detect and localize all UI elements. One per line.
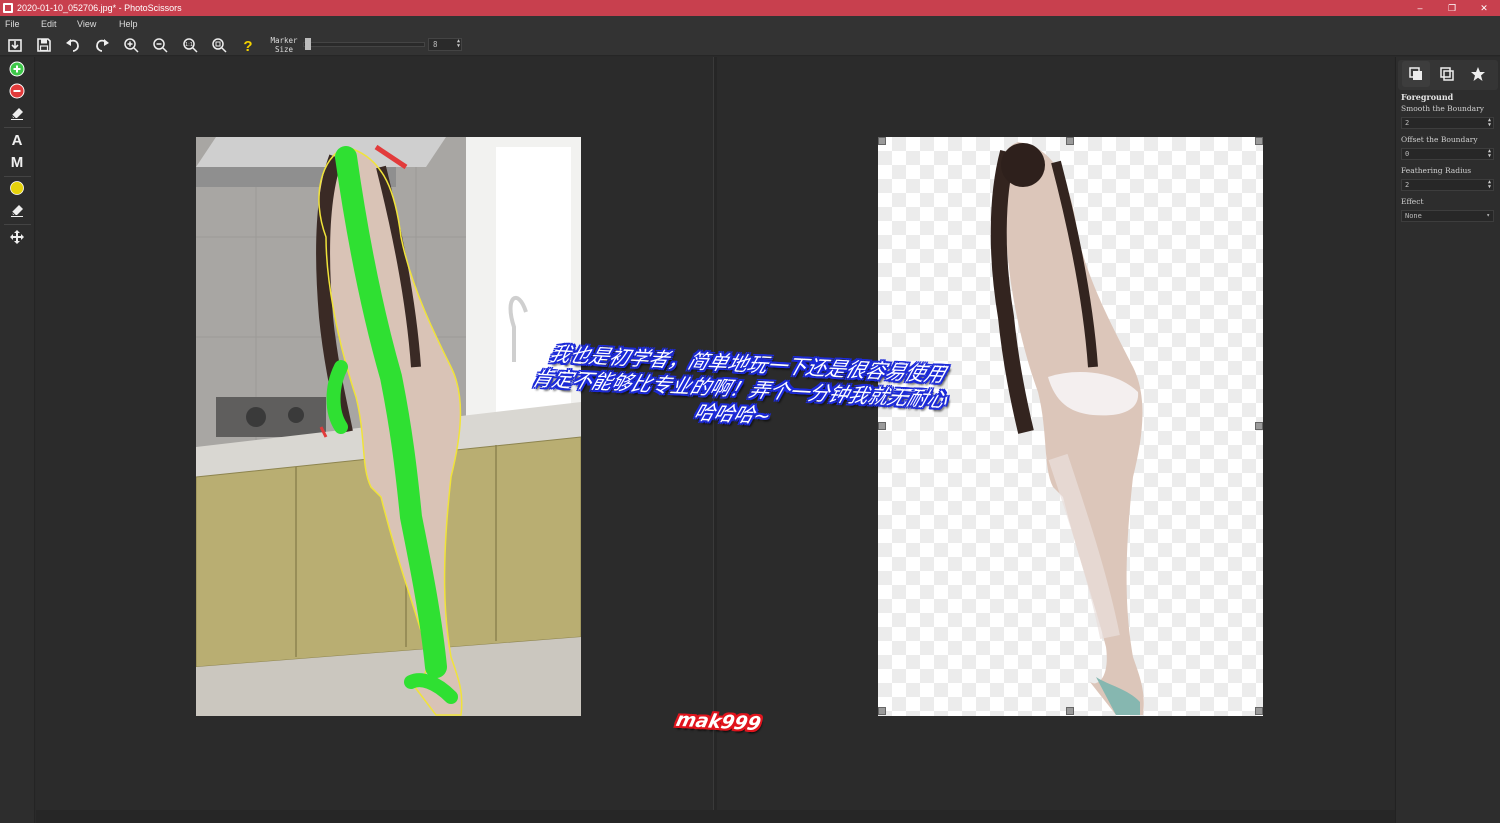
redo-button[interactable] bbox=[93, 36, 111, 54]
maximize-button[interactable]: ❐ bbox=[1436, 0, 1468, 16]
eraser-button[interactable] bbox=[7, 103, 27, 123]
undo-icon bbox=[66, 39, 79, 52]
svg-text:1:1: 1:1 bbox=[185, 42, 193, 48]
zoom-fit-icon bbox=[212, 38, 227, 53]
eraser-icon bbox=[11, 108, 23, 120]
feathering-radius-stepper[interactable]: ▲ ▼ bbox=[1488, 180, 1491, 190]
tab-foreground[interactable] bbox=[1402, 61, 1430, 87]
menu-view[interactable]: View bbox=[72, 19, 114, 29]
background-marker-icon bbox=[9, 83, 25, 99]
open-button[interactable] bbox=[6, 36, 24, 54]
text-tool-button[interactable]: A bbox=[7, 130, 27, 150]
eraser-2-icon bbox=[11, 205, 23, 217]
tab-background[interactable] bbox=[1433, 61, 1461, 87]
color-picker-icon bbox=[10, 181, 24, 195]
marker-size-slider[interactable] bbox=[303, 42, 425, 47]
menu-help[interactable]: Help bbox=[114, 19, 154, 29]
selection-handle[interactable] bbox=[1255, 137, 1263, 145]
save-icon bbox=[37, 38, 51, 52]
marker-size-stepper[interactable]: ▲ ▼ bbox=[457, 39, 460, 49]
open-icon bbox=[8, 39, 22, 52]
selection-handle[interactable] bbox=[878, 707, 886, 715]
effect-select[interactable]: None ▾ bbox=[1401, 210, 1494, 222]
close-button[interactable]: ✕ bbox=[1468, 0, 1500, 16]
selection-handle[interactable] bbox=[878, 137, 886, 145]
background-marker-button[interactable] bbox=[7, 81, 27, 101]
foreground-marker-icon bbox=[9, 61, 25, 77]
source-image[interactable] bbox=[196, 137, 581, 716]
source-image-drawing bbox=[196, 137, 581, 716]
redo-icon bbox=[96, 39, 109, 52]
window-title: 2020-01-10_052706.jpg* - PhotoScissors bbox=[17, 3, 182, 13]
zoom-out-button[interactable] bbox=[151, 36, 169, 54]
selection-handle[interactable] bbox=[1255, 422, 1263, 430]
undo-button[interactable] bbox=[64, 36, 82, 54]
zoom-actual-button[interactable]: 1:1 bbox=[181, 36, 199, 54]
photoscissors-window: 2020-01-10_052706.jpg* - PhotoScissors –… bbox=[0, 0, 1500, 823]
watermark: mak999 bbox=[673, 708, 763, 736]
save-button[interactable] bbox=[35, 36, 53, 54]
marker-size-input[interactable]: 8 ▲ ▼ bbox=[428, 38, 462, 51]
move-icon bbox=[10, 230, 24, 244]
effect-label: Effect bbox=[1401, 197, 1424, 206]
foreground-marker-button[interactable] bbox=[7, 59, 27, 79]
zoom-out-icon bbox=[153, 38, 168, 53]
chevron-down-icon: ▾ bbox=[1486, 212, 1490, 219]
offset-boundary-label: Offset the Boundary bbox=[1401, 135, 1478, 144]
tool-separator bbox=[4, 224, 31, 225]
tool-separator bbox=[4, 127, 31, 128]
eraser-2-button[interactable] bbox=[7, 200, 27, 220]
help-icon: ? bbox=[243, 38, 252, 53]
zoom-fit-button[interactable] bbox=[210, 36, 228, 54]
copy-icon bbox=[1409, 67, 1422, 80]
svg-text:?: ? bbox=[243, 38, 252, 53]
smooth-boundary-label: Smooth the Boundary bbox=[1401, 104, 1484, 113]
smooth-boundary-input[interactable]: 2 ▲ ▼ bbox=[1401, 117, 1494, 129]
properties-panel: Foreground Smooth the Boundary 2 ▲ ▼ Offs… bbox=[1395, 57, 1500, 823]
move-button[interactable] bbox=[7, 227, 27, 247]
menu-bar: File Edit View Help bbox=[0, 16, 1500, 32]
selection-handle[interactable] bbox=[1066, 137, 1074, 145]
duplicate-icon bbox=[1440, 67, 1454, 81]
toolbar: 1:1 ? Marker Size 8 ▲ ▼ bbox=[0, 32, 1500, 56]
selection-handle[interactable] bbox=[1066, 707, 1074, 715]
color-picker-button[interactable] bbox=[7, 178, 27, 198]
smooth-boundary-stepper[interactable]: ▲ ▼ bbox=[1488, 118, 1491, 128]
offset-boundary-input[interactable]: 0 ▲ ▼ bbox=[1401, 148, 1494, 160]
zoom-actual-icon: 1:1 bbox=[183, 38, 198, 53]
left-tool-strip: A M bbox=[0, 57, 35, 823]
offset-boundary-stepper[interactable]: ▲ ▼ bbox=[1488, 149, 1491, 159]
marker-size-label: Marker Size bbox=[270, 36, 298, 54]
menu-edit[interactable]: Edit bbox=[41, 19, 72, 29]
feathering-radius-input[interactable]: 2 ▲ ▼ bbox=[1401, 179, 1494, 191]
zoom-in-button[interactable] bbox=[122, 36, 140, 54]
help-button[interactable]: ? bbox=[239, 36, 257, 54]
tab-effects[interactable] bbox=[1464, 61, 1492, 87]
section-foreground: Foreground bbox=[1401, 92, 1454, 102]
app-icon bbox=[3, 3, 13, 13]
mask-tool-button[interactable]: M bbox=[7, 152, 27, 172]
selection-handle[interactable] bbox=[1255, 707, 1263, 715]
title-bar: 2020-01-10_052706.jpg* - PhotoScissors –… bbox=[0, 0, 1500, 16]
minimize-button[interactable]: – bbox=[1404, 0, 1436, 16]
menu-file[interactable]: File bbox=[0, 19, 41, 29]
tool-separator bbox=[4, 176, 31, 177]
marker-size-slider-thumb[interactable] bbox=[305, 38, 312, 50]
feathering-radius-label: Feathering Radius bbox=[1401, 166, 1472, 175]
zoom-in-icon bbox=[124, 38, 139, 53]
star-icon bbox=[1471, 67, 1485, 81]
status-strip bbox=[36, 810, 1395, 823]
